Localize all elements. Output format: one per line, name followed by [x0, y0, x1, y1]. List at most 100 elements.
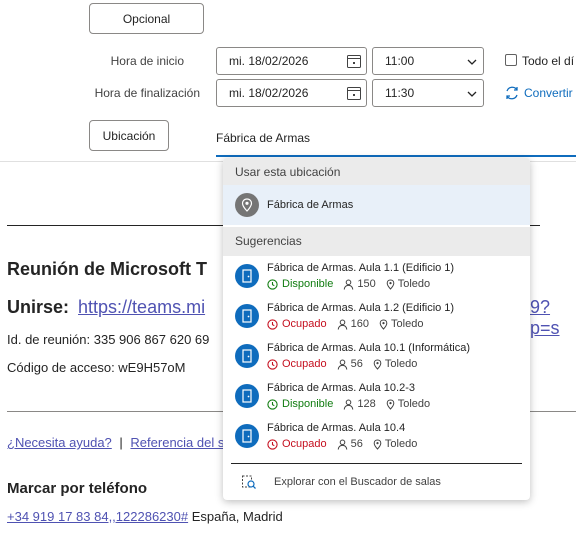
- end-date-value: mi. 18/02/2026: [229, 86, 309, 100]
- chevron-down-icon: [467, 59, 477, 65]
- clock-icon: [267, 398, 278, 410]
- end-time-label: Hora de finalización: [94, 86, 200, 100]
- reference-link[interactable]: Referencia del s: [130, 435, 224, 450]
- room-meta: Ocupado 160 Toledo: [267, 317, 454, 331]
- room-name: Fábrica de Armas. Aula 1.1 (Edificio 1): [267, 262, 455, 274]
- room-icon: [235, 344, 259, 368]
- room-name: Fábrica de Armas. Aula 10.1 (Informática…: [267, 342, 470, 354]
- current-location-option[interactable]: Fábrica de Armas: [223, 185, 530, 225]
- room-city: Toledo: [386, 277, 430, 291]
- location-pin-icon: [379, 318, 388, 330]
- start-date-picker[interactable]: mi. 18/02/2026: [216, 47, 367, 75]
- room-capacity: 160: [337, 317, 369, 331]
- meeting-id: Id. de reunión: 335 906 867 620 69: [7, 332, 210, 347]
- room-capacity: 150: [343, 277, 376, 291]
- room-name: Fábrica de Armas. Aula 1.2 (Edificio 1): [267, 302, 455, 314]
- start-time-label: Hora de inicio: [110, 54, 184, 68]
- access-code: Código de acceso: wE9H57oM: [7, 360, 186, 375]
- person-icon: [337, 319, 347, 330]
- location-input-value: Fábrica de Armas: [216, 131, 311, 145]
- room-status: Disponible: [282, 398, 334, 410]
- room-finder-button[interactable]: Explorar con el Buscador de salas: [223, 463, 530, 500]
- room-meta: Ocupado 56 Toledo: [267, 437, 417, 451]
- person-icon: [337, 439, 347, 450]
- all-day-checkbox[interactable]: [505, 54, 517, 66]
- location-pin-icon: [386, 398, 395, 410]
- room-capacity-value: 160: [350, 318, 370, 330]
- room-city-value: Toledo: [384, 358, 418, 370]
- room-capacity-value: 128: [357, 398, 376, 410]
- room-name: Fábrica de Armas. Aula 10.4: [267, 422, 406, 434]
- room-capacity: 128: [343, 397, 376, 411]
- location-suggestions-dropdown: Usar esta ubicación Fábrica de Armas Sug…: [223, 158, 530, 500]
- room-suggestion-item[interactable]: Fábrica de Armas. Aula 1.2 (Edificio 1) …: [223, 296, 530, 336]
- location-input[interactable]: Fábrica de Armas: [216, 124, 576, 157]
- room-suggestion-item[interactable]: Fábrica de Armas. Aula 10.2-3 Disponible…: [223, 376, 530, 416]
- person-icon: [344, 279, 354, 290]
- current-location-label: Fábrica de Armas: [267, 199, 354, 211]
- end-time-select[interactable]: 11:30: [372, 79, 484, 107]
- convert-button[interactable]: Convertir: [504, 85, 573, 101]
- room-suggestion-item[interactable]: Fábrica de Armas. Aula 10.4 Ocupado 56 T…: [223, 416, 530, 456]
- location-button[interactable]: Ubicación: [89, 120, 169, 151]
- calendar-icon: [347, 55, 361, 68]
- clock-icon: [267, 438, 278, 450]
- meeting-title: Reunión de Microsoft T: [7, 259, 207, 279]
- location-pin-icon: [373, 358, 382, 370]
- room-status: Ocupado: [282, 358, 327, 370]
- optional-button[interactable]: Opcional: [89, 3, 204, 34]
- room-name: Fábrica de Armas. Aula 10.2-3: [267, 382, 415, 394]
- room-icon: [235, 304, 259, 328]
- clock-icon: [267, 278, 278, 290]
- all-day-label: Todo el dí: [522, 54, 575, 68]
- room-suggestion-list: Fábrica de Armas. Aula 1.1 (Edificio 1) …: [223, 256, 530, 456]
- person-icon: [337, 359, 347, 370]
- join-link[interactable]: https://teams.mi: [78, 297, 205, 317]
- help-separator: |: [119, 435, 123, 450]
- phone-link[interactable]: +34 919 17 83 84,,122286230#: [7, 509, 188, 524]
- room-suggestion-item[interactable]: Fábrica de Armas. Aula 1.1 (Edificio 1) …: [223, 256, 530, 296]
- convert-label: Convertir: [524, 86, 573, 100]
- room-capacity: 56: [337, 357, 363, 371]
- start-time-select[interactable]: 11:00: [372, 47, 484, 75]
- room-meta: Disponible 128 Toledo: [267, 397, 430, 411]
- dial-heading: Marcar por teléfono: [7, 480, 148, 497]
- room-finder-icon: [242, 475, 256, 489]
- room-suggestion-item[interactable]: Fábrica de Armas. Aula 10.1 (Informática…: [223, 336, 530, 376]
- room-city: Toledo: [379, 317, 423, 331]
- room-city-value: Toledo: [384, 438, 418, 450]
- chevron-down-icon: [467, 91, 477, 97]
- person-icon: [344, 399, 354, 410]
- refresh-icon: [506, 86, 518, 100]
- room-finder-label: Explorar con el Buscador de salas: [274, 475, 441, 488]
- start-time-value: 11:00: [385, 54, 415, 68]
- start-date-value: mi. 18/02/2026: [229, 54, 309, 68]
- phone-location: España, Madrid: [188, 509, 283, 524]
- clock-icon: [267, 318, 278, 330]
- room-city: Toledo: [373, 357, 417, 371]
- room-city-value: Toledo: [397, 398, 431, 410]
- calendar-icon: [347, 87, 361, 100]
- room-capacity-value: 56: [350, 358, 363, 370]
- help-row: ¿Necesita ayuda? | Referencia del s: [7, 435, 224, 450]
- room-icon: [235, 384, 259, 408]
- room-capacity-value: 150: [357, 278, 376, 290]
- location-pin-icon: [373, 438, 382, 450]
- room-status: Disponible: [282, 278, 334, 290]
- end-date-picker[interactable]: mi. 18/02/2026: [216, 79, 367, 107]
- room-icon: [235, 264, 259, 288]
- join-label: Unirse:: [7, 297, 70, 317]
- room-status: Ocupado: [282, 318, 327, 330]
- room-status: Ocupado: [282, 438, 327, 450]
- room-capacity: 56: [337, 437, 363, 451]
- suggestions-header: Sugerencias: [223, 227, 530, 256]
- room-city-value: Toledo: [397, 278, 431, 290]
- join-link-tail[interactable]: 9?p=s: [530, 297, 576, 339]
- help-link[interactable]: ¿Necesita ayuda?: [7, 435, 112, 450]
- use-location-header: Usar esta ubicación: [223, 158, 530, 185]
- room-meta: Disponible 150 Toledo: [267, 277, 454, 291]
- room-icon: [235, 424, 259, 448]
- location-pin-icon: [386, 278, 395, 290]
- end-time-value: 11:30: [385, 86, 415, 100]
- room-city: Toledo: [386, 397, 430, 411]
